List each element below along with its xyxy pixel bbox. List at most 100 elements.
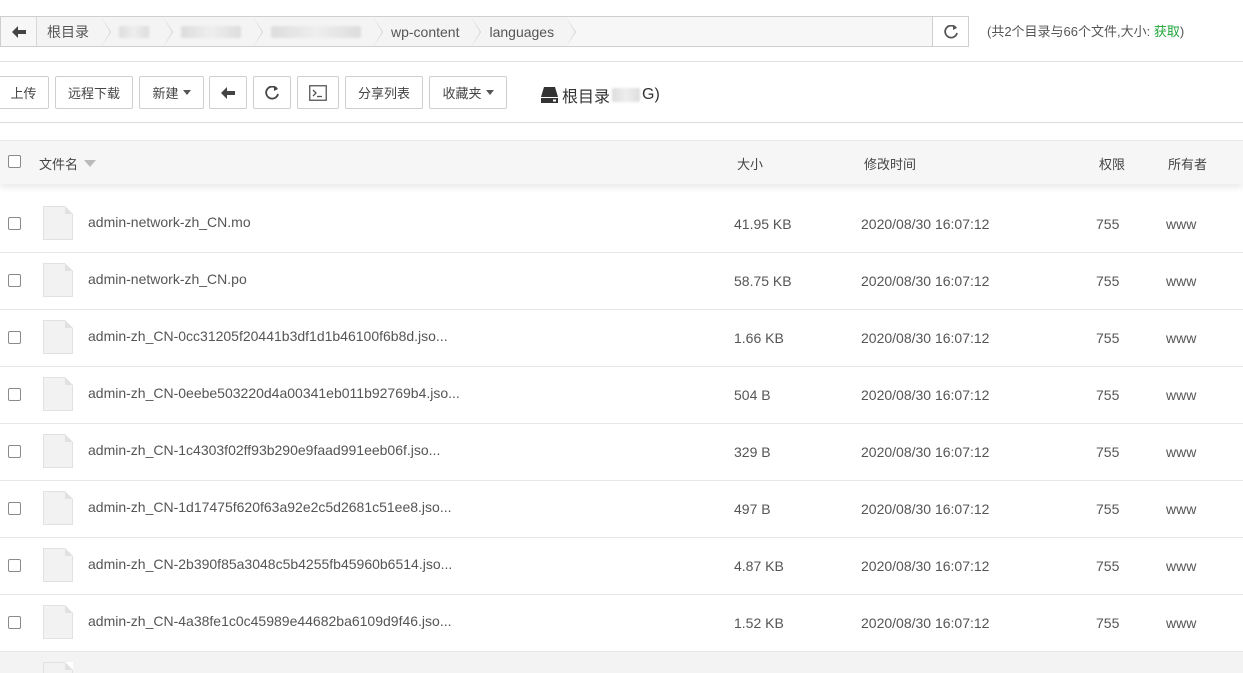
address-back-button[interactable] (1, 17, 37, 46)
file-mtime: 2020/08/30 16:07:12 (861, 558, 990, 574)
get-size-link[interactable]: 获取 (1154, 24, 1180, 39)
file-size: 41.95 KB (734, 216, 792, 232)
file-perm[interactable]: 755 (1096, 444, 1119, 460)
file-perm[interactable]: 755 (1096, 216, 1119, 232)
row-checkbox[interactable] (8, 217, 21, 230)
file-name[interactable]: admin-network-zh_CN.mo (88, 214, 251, 230)
arrow-left-icon (11, 25, 26, 38)
sort-desc-icon (84, 160, 97, 167)
file-name[interactable]: admin-zh_CN-0cc31205f20441b3df1d1b46100f… (88, 328, 448, 344)
file-perm[interactable]: 755 (1096, 387, 1119, 403)
file-name[interactable]: admin-zh_CN-4a38fe1c0c45989e44682ba6109d… (88, 613, 452, 629)
caret-down-icon (485, 90, 494, 95)
file-size: 1.66 KB (734, 330, 784, 346)
file-perm[interactable]: 755 (1096, 501, 1119, 517)
file-icon (43, 548, 73, 582)
file-perm[interactable]: 755 (1096, 615, 1119, 631)
arrow-left-icon (221, 86, 235, 99)
row-checkbox[interactable] (8, 616, 21, 629)
file-owner[interactable]: www (1166, 444, 1196, 460)
address-refresh-button[interactable] (932, 17, 968, 46)
column-header-owner[interactable]: 所有者 (1168, 154, 1207, 173)
summary-close: ) (1179, 24, 1185, 39)
file-icon (43, 263, 73, 297)
summary-text: (共2个目录与66个文件,大小: (987, 24, 1154, 39)
breadcrumb-item-hidden-3[interactable] (253, 17, 383, 46)
file-owner[interactable]: www (1166, 615, 1196, 631)
file-owner[interactable]: www (1166, 273, 1196, 289)
file-size: 504 B (734, 387, 771, 403)
file-list: admin-network-zh_CN.mo 41.95 KB 2020/08/… (0, 196, 1243, 673)
file-size: 58.75 KB (734, 273, 792, 289)
column-header-mtime[interactable]: 修改时间 (864, 154, 916, 173)
file-name[interactable]: admin-zh_CN-1c4303f02ff93b290e9faad991ee… (88, 442, 440, 458)
address-bar: 根目录 wp-content languages (0, 16, 969, 47)
file-perm[interactable]: 755 (1096, 330, 1119, 346)
terminal-button[interactable] (297, 76, 339, 109)
breadcrumb-item-wp-content[interactable]: wp-content (373, 17, 483, 46)
column-header-size[interactable]: 大小 (737, 154, 763, 173)
address-row: 根目录 wp-content languages (共2个目录与66个文件,大小… (0, 0, 1243, 62)
column-header-label: 文件名 (39, 157, 79, 172)
file-name[interactable]: admin-network-zh_CN.po (88, 271, 247, 287)
row-checkbox[interactable] (8, 445, 21, 458)
back-button[interactable] (209, 76, 247, 109)
file-icon (43, 662, 73, 673)
refresh-button[interactable] (253, 76, 291, 109)
table-row[interactable]: admin-zh_CN-4a38fe1c0c45989e44682ba6109d… (0, 595, 1243, 652)
breadcrumb-item-hidden-2[interactable] (163, 17, 263, 46)
table-row[interactable]: admin-zh_CN-1c4303f02ff93b290e9faad991ee… (0, 424, 1243, 481)
file-owner[interactable]: www (1166, 330, 1196, 346)
new-dropdown-button[interactable]: 新建 (139, 76, 204, 109)
breadcrumb-item-languages[interactable]: languages (471, 17, 576, 46)
table-row[interactable]: admin-zh_CN-0eebe503220d4a00341eb011b927… (0, 367, 1243, 424)
remote-download-button[interactable]: 远程下载 (55, 76, 133, 109)
column-header-perm[interactable]: 权限 (1099, 154, 1125, 173)
share-list-label: 分享列表 (357, 86, 410, 101)
file-name[interactable]: admin-zh_CN-1d17475f620f63a92e2c5d2681c5… (88, 499, 452, 515)
redacted-text (271, 25, 361, 38)
refresh-icon (943, 24, 958, 38)
redacted-text (612, 88, 641, 102)
file-mtime: 2020/08/30 16:07:12 (861, 501, 990, 517)
favorites-label: 收藏夹 (442, 86, 482, 101)
row-checkbox[interactable] (8, 331, 21, 344)
redacted-text (119, 25, 149, 38)
file-perm[interactable]: 755 (1096, 558, 1119, 574)
table-row[interactable]: admin-zh_CN-2b390f85a3048c5b4255fb45960b… (0, 538, 1243, 595)
file-name[interactable]: admin-zh_CN-0eebe503220d4a00341eb011b927… (88, 385, 460, 401)
table-row[interactable]: admin-network-zh_CN.po 58.75 KB 2020/08/… (0, 253, 1243, 310)
file-owner[interactable]: www (1166, 558, 1196, 574)
file-size: 497 B (734, 501, 771, 517)
directory-summary: (共2个目录与66个文件,大小: 获取) (987, 21, 1184, 40)
disk-info[interactable]: 根目录 G) (541, 83, 660, 107)
table-row[interactable]: admin-network-zh_CN.mo 41.95 KB 2020/08/… (0, 196, 1243, 253)
hard-drive-icon (541, 87, 558, 103)
row-checkbox[interactable] (8, 274, 21, 287)
file-mtime: 2020/08/30 16:07:12 (861, 387, 990, 403)
share-list-button[interactable]: 分享列表 (345, 76, 423, 109)
select-all-checkbox[interactable] (8, 155, 21, 168)
refresh-icon (265, 85, 279, 99)
file-owner[interactable]: www (1166, 216, 1196, 232)
table-row[interactable]: admin-zh_CN-0cc31205f20441b3df1d1b46100f… (0, 310, 1243, 367)
file-name[interactable]: admin-zh_CN-2b390f85a3048c5b4255fb45960b… (88, 556, 452, 572)
upload-button[interactable]: 上传 (0, 76, 49, 109)
file-mtime: 2020/08/30 16:07:12 (861, 273, 990, 289)
breadcrumb-item-root[interactable]: 根目录 (37, 17, 111, 46)
table-row[interactable] (0, 652, 1243, 673)
favorites-dropdown-button[interactable]: 收藏夹 (429, 76, 507, 109)
table-row[interactable]: admin-zh_CN-1d17475f620f63a92e2c5d2681c5… (0, 481, 1243, 538)
terminal-icon (309, 84, 327, 101)
caret-down-icon (182, 90, 191, 95)
row-checkbox[interactable] (8, 388, 21, 401)
file-size: 1.52 KB (734, 615, 784, 631)
file-owner[interactable]: www (1166, 501, 1196, 517)
row-checkbox[interactable] (8, 559, 21, 572)
file-mtime: 2020/08/30 16:07:12 (861, 615, 990, 631)
column-header-name[interactable]: 文件名 (39, 154, 97, 173)
file-owner[interactable]: www (1166, 387, 1196, 403)
file-perm[interactable]: 755 (1096, 273, 1119, 289)
row-checkbox[interactable] (8, 502, 21, 515)
file-icon (43, 377, 73, 411)
